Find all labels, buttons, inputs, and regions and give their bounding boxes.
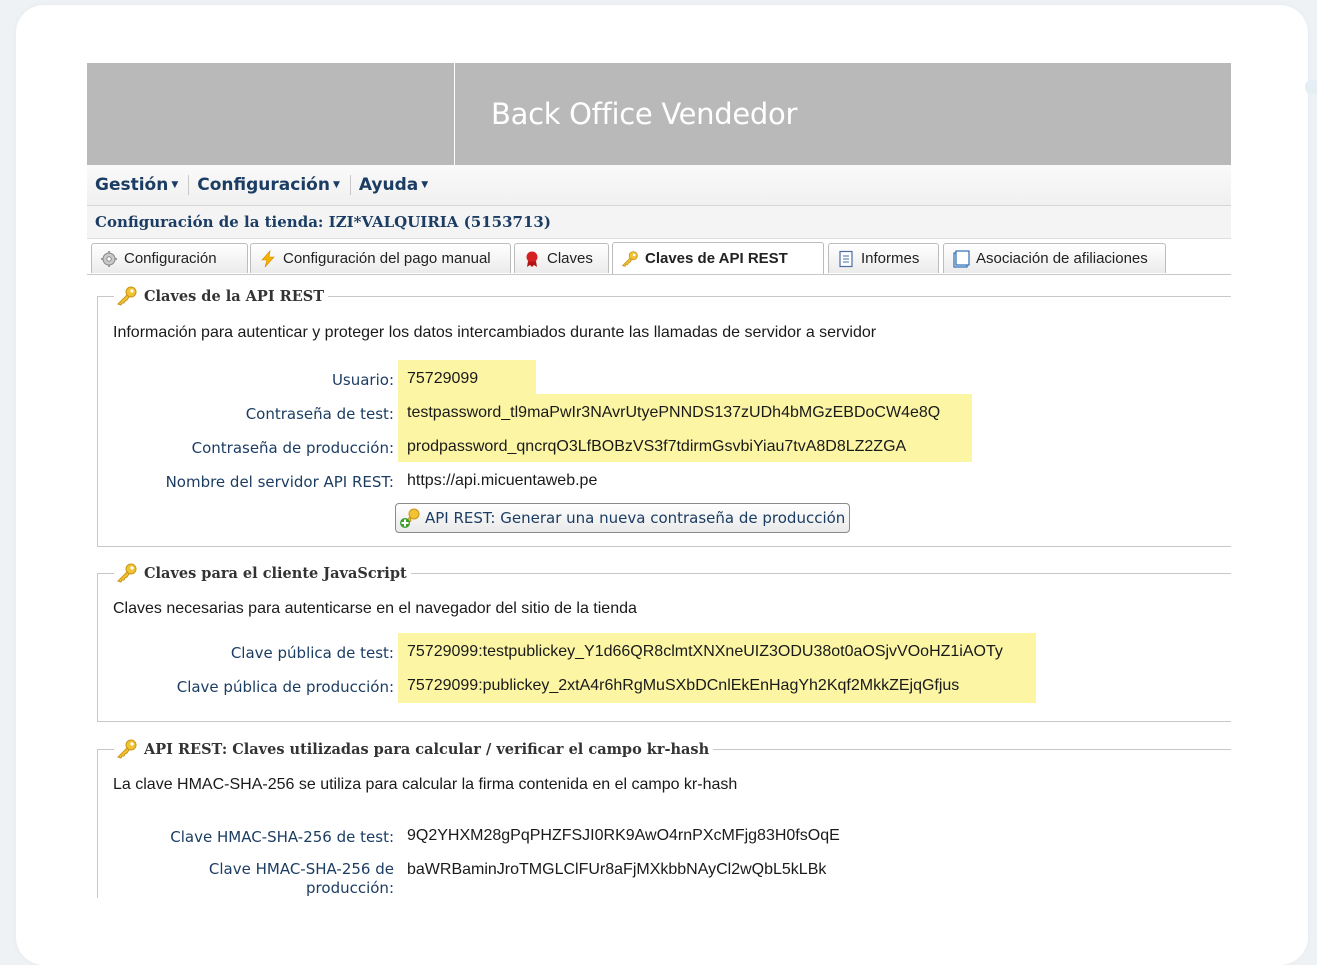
server-value: https://api.micuentaweb.pe	[407, 472, 598, 489]
generate-button-label: API REST: Generar una nueva contraseña d…	[425, 509, 846, 527]
js-keys-description: Claves necesarias para autenticarse en e…	[113, 600, 637, 617]
rest-api-keys-legend: Claves de la API REST	[114, 286, 329, 306]
hmac-prod-label-line1: Clave HMAC-SHA-256 de	[208, 860, 394, 878]
tab-configuracion[interactable]: Configuración	[91, 243, 248, 273]
generate-prod-password-button[interactable]: API REST: Generar una nueva contraseña d…	[395, 503, 851, 533]
test-password-label: Contraseña de test:	[245, 405, 394, 423]
public-test-key-value: 75729099:testpublickey_Y1d66QR8clmtXNXne…	[407, 643, 1003, 660]
user-value: 75729099	[407, 370, 479, 387]
tab-bar: Configuración Configuración del pago man…	[87, 240, 1231, 275]
key-icon	[117, 739, 137, 759]
menu-ayuda-label: Ayuda	[358, 175, 419, 195]
document-icon	[953, 249, 970, 268]
test-password-row: Contraseña de test: testpassword_tl9maPw…	[98, 399, 1228, 429]
rest-api-keys-section: Claves de la API REST Información para a…	[97, 286, 1231, 547]
key-add-icon	[400, 508, 420, 528]
shop-config-title: Configuración de la tienda: IZI*VALQUIRI…	[87, 206, 1231, 239]
hmac-keys-legend: API REST: Claves utilizadas para calcula…	[114, 739, 714, 759]
js-client-keys-legend: Claves para el cliente JavaScript	[114, 563, 411, 583]
lightning-icon	[261, 249, 275, 267]
server-row: Nombre del servidor API REST: https://ap…	[98, 467, 1228, 497]
tab-claves[interactable]: Claves	[514, 243, 609, 273]
hmac-prod-value: baWRBaminJroTMGLClFUr8aFjMXkbbNAyCl2wQbL…	[407, 861, 827, 878]
server-label: Nombre del servidor API REST:	[165, 473, 394, 491]
banner-divider	[454, 63, 455, 165]
legend-text: API REST: Claves utilizadas para calcula…	[144, 740, 710, 758]
rest-api-description: Información para autenticar y proteger l…	[113, 324, 877, 341]
hmac-prod-label: Clave HMAC-SHA-256 de producción:	[209, 860, 394, 898]
gear-icon	[101, 250, 117, 267]
tab-claves-api-rest[interactable]: Claves de API REST	[612, 242, 824, 274]
caret-down-icon: ▼	[332, 180, 340, 190]
public-test-key-row: Clave pública de test: 75729099:testpubl…	[98, 638, 1228, 668]
public-test-key-label: Clave pública de test:	[230, 644, 394, 662]
hmac-test-row: Clave HMAC-SHA-256 de test: 9Q2YHXM28gPq…	[98, 822, 1228, 852]
prod-password-label: Contraseña de producción:	[191, 439, 394, 457]
report-icon	[839, 250, 853, 267]
prod-password-row: Contraseña de producción: prodpassword_q…	[98, 433, 1228, 463]
hmac-prod-row: Clave HMAC-SHA-256 de producción: baWRBa…	[98, 856, 1228, 898]
tab-label: Configuración	[124, 250, 217, 267]
tab-asociacion-afiliaciones[interactable]: Asociación de afiliaciones	[943, 243, 1166, 273]
certificate-icon	[526, 251, 538, 267]
decorative-tab	[1305, 80, 1317, 94]
menu-gestion-label: Gestión	[95, 175, 169, 195]
tab-label: Configuración del pago manual	[283, 250, 491, 267]
hmac-prod-label-line2: producción:	[306, 879, 394, 897]
key-icon	[621, 250, 638, 267]
user-row: Usuario: 75729099	[98, 365, 1228, 395]
menu-configuracion[interactable]: Configuración ▼	[189, 175, 350, 195]
legend-text: Claves para el cliente JavaScript	[144, 564, 407, 582]
back-office-window: Back Office Vendedor Gestión ▼ Configura…	[87, 63, 1231, 898]
test-password-value: testpassword_tl9maPwIr3NAvrUtyePNNDS137z…	[407, 404, 941, 421]
prod-password-value: prodpassword_qncrqO3LfBOBzVS3f7tdirmGsvb…	[407, 438, 907, 455]
header-banner: Back Office Vendedor	[87, 63, 1231, 165]
app-title: Back Office Vendedor	[491, 97, 798, 131]
js-client-keys-section: Claves para el cliente JavaScript Claves…	[97, 563, 1231, 722]
hmac-description: La clave HMAC-SHA-256 se utiliza para ca…	[113, 776, 738, 793]
key-icon	[117, 286, 137, 306]
legend-text: Claves de la API REST	[144, 287, 325, 305]
tab-label: Informes	[861, 250, 920, 267]
public-prod-key-row: Clave pública de producción: 75729099:pu…	[98, 672, 1228, 702]
tab-label: Claves	[547, 250, 593, 267]
public-prod-key-label: Clave pública de producción:	[176, 678, 394, 696]
tab-label: Asociación de afiliaciones	[976, 250, 1148, 267]
public-prod-key-value: 75729099:publickey_2xtA4r6hRgMuSXbDCnlEk…	[407, 677, 960, 694]
tab-informes[interactable]: Informes	[828, 243, 939, 273]
key-icon	[117, 563, 137, 583]
caret-down-icon: ▼	[421, 180, 429, 190]
hmac-test-label: Clave HMAC-SHA-256 de test:	[170, 828, 394, 846]
user-label: Usuario:	[331, 371, 394, 389]
menu-ayuda[interactable]: Ayuda ▼	[351, 175, 438, 195]
menu-configuracion-label: Configuración	[197, 175, 330, 195]
hmac-test-value: 9Q2YHXM28gPqPHZFSJI0RK9AwO4rnPXcMFjg83H0…	[407, 827, 840, 844]
tab-label: Claves de API REST	[645, 250, 788, 267]
tab-configuracion-pago-manual[interactable]: Configuración del pago manual	[250, 243, 511, 273]
caret-down-icon: ▼	[171, 180, 179, 190]
menu-gestion[interactable]: Gestión ▼	[87, 175, 188, 195]
menu-bar: Gestión ▼ Configuración ▼ Ayuda ▼	[87, 165, 1231, 206]
hmac-keys-section: API REST: Claves utilizadas para calcula…	[97, 739, 1231, 898]
